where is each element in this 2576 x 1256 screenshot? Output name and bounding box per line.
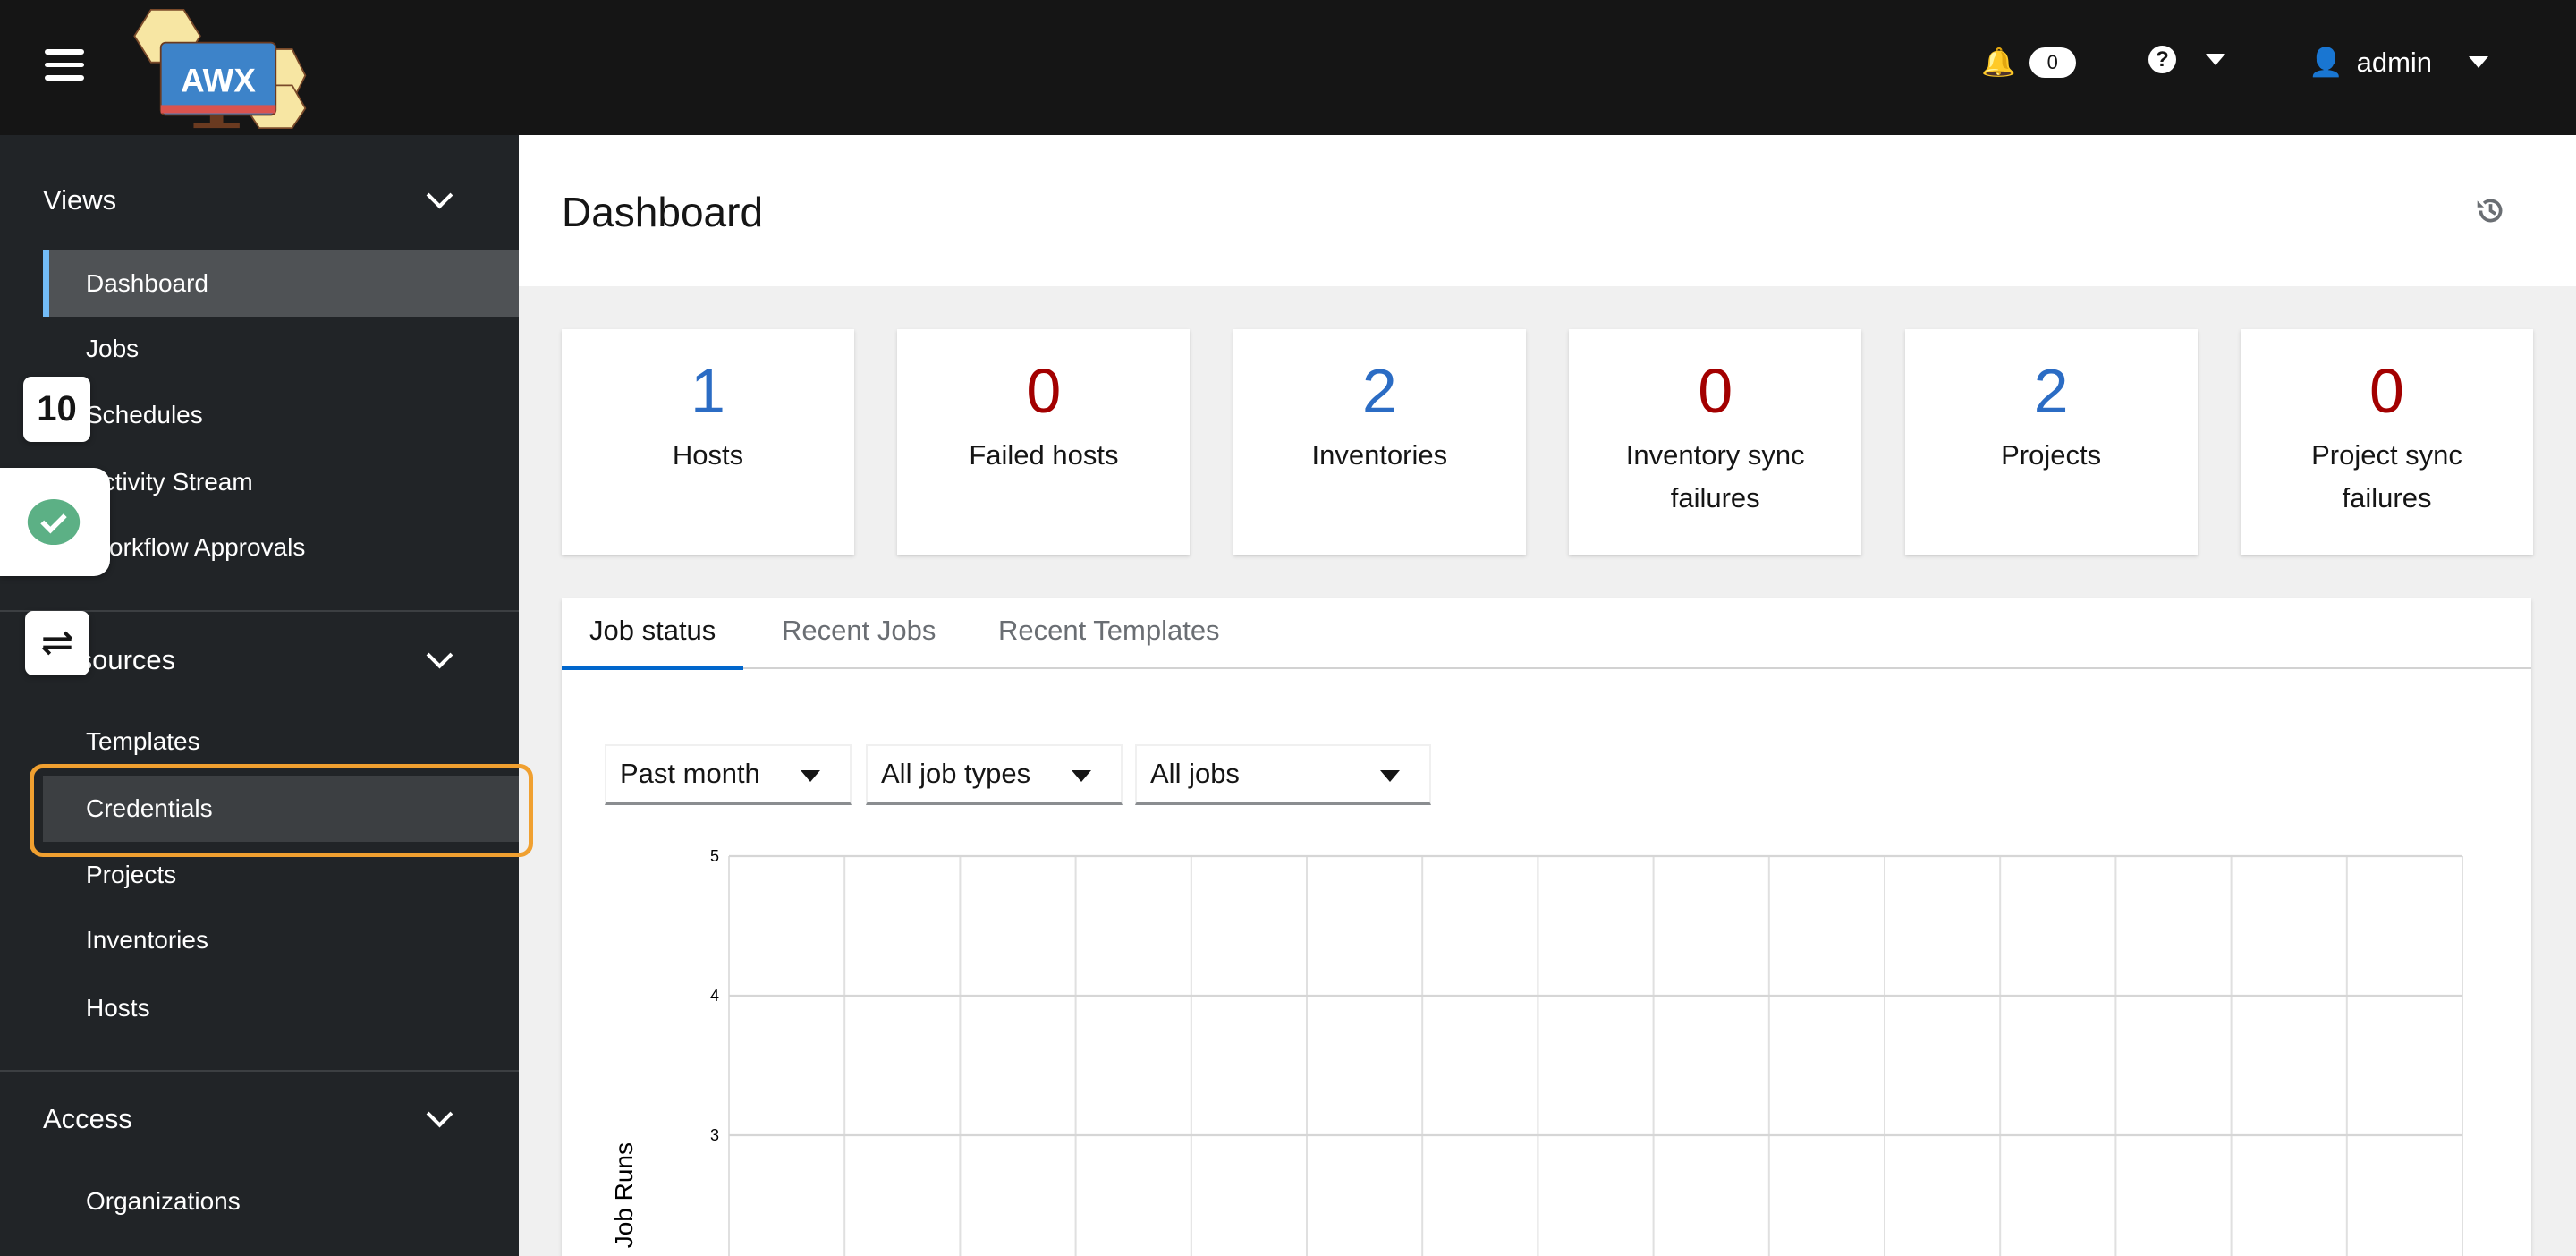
stat-value: 0 — [2369, 356, 2404, 426]
sidebar-item-credentials[interactable]: Credentials — [43, 776, 519, 842]
logo-text: AWX — [181, 63, 256, 99]
sidebar-item-organizations[interactable]: Organizations — [43, 1168, 519, 1235]
stat-label: Project sync failures — [2311, 439, 2462, 513]
status-overlay — [0, 468, 110, 576]
stat-card-project-sync-failures[interactable]: 0 Project sync failures — [2241, 329, 2533, 555]
sidebar: Views Dashboard Jobs Schedules Activity … — [0, 135, 519, 1256]
sidebar-item-jobs[interactable]: Jobs — [43, 316, 519, 382]
history-icon[interactable] — [2474, 194, 2507, 227]
tab-recent-jobs[interactable]: Recent Jobs — [754, 615, 963, 666]
sidebar-item-inventories[interactable]: Inventories — [43, 907, 519, 973]
user-icon: 👤 — [2309, 47, 2343, 78]
notification-count: 0 — [2029, 47, 2076, 78]
awx-logo: AWX — [133, 8, 307, 130]
stat-label: Hosts — [672, 439, 744, 471]
caret-down-icon — [801, 770, 820, 782]
sidebar-section-access[interactable]: Access — [43, 1103, 132, 1135]
main-content: Dashboard 1 Hosts 0 Failed hosts 2 Inventorie… — [519, 135, 2576, 1256]
sidebar-item-workflow-approvals[interactable]: Workflow Approvals — [43, 514, 519, 581]
job-status-chart: 5 4 3 Job Runs — [610, 847, 2463, 1256]
sidebar-item-dashboard[interactable]: Dashboard — [43, 250, 519, 317]
y-tick-label: 4 — [710, 987, 719, 1005]
sidebar-item-projects[interactable]: Projects — [43, 842, 519, 908]
job-status-panel: Job status Recent Jobs Recent Templates … — [562, 598, 2531, 1256]
tab-recent-templates[interactable]: Recent Templates — [970, 615, 1248, 666]
job-status-select[interactable]: All jobs — [1135, 744, 1431, 805]
caret-down-icon — [2206, 54, 2225, 65]
caret-down-icon — [1380, 770, 1400, 782]
y-axis-label: Job Runs — [610, 1142, 638, 1248]
stat-value: 2 — [1361, 356, 1397, 426]
stat-label: Projects — [2001, 439, 2102, 471]
caret-down-icon — [2469, 56, 2489, 68]
help-icon: ? — [2148, 46, 2176, 73]
user-menu[interactable]: 👤 admin — [2309, 46, 2489, 79]
stat-value: 2 — [2033, 356, 2069, 426]
stat-card-hosts[interactable]: 1 Hosts — [562, 329, 854, 555]
username: admin — [2356, 46, 2433, 78]
y-tick-label: 3 — [710, 1126, 719, 1144]
check-circle-icon — [27, 498, 80, 546]
period-select[interactable]: Past month — [605, 744, 852, 805]
swap-arrows-icon — [41, 631, 73, 656]
stat-card-projects[interactable]: 2 Projects — [1904, 329, 2198, 555]
counter-badge: 10 — [23, 377, 90, 442]
stat-label: Failed hosts — [969, 439, 1119, 471]
sidebar-section-views[interactable]: Views — [43, 184, 116, 216]
notifications-button[interactable]: 🔔 0 — [1981, 46, 2076, 79]
page-title: Dashboard — [562, 189, 764, 235]
stat-value: 0 — [1698, 356, 1733, 426]
caret-down-icon — [1072, 770, 1091, 782]
hamburger-menu-icon[interactable] — [45, 49, 84, 82]
y-tick-label: 5 — [710, 847, 719, 865]
job-status-value: All jobs — [1150, 758, 1240, 789]
stat-card-inventory-sync-failures[interactable]: 0 Inventory sync failures — [1569, 329, 1862, 555]
job-type-select[interactable]: All job types — [866, 744, 1123, 805]
stat-card-failed-hosts[interactable]: 0 Failed hosts — [897, 329, 1191, 555]
tab-job-status[interactable]: Job status — [562, 615, 744, 670]
chevron-down-icon[interactable] — [426, 1100, 453, 1128]
swap-button[interactable] — [25, 611, 89, 675]
stat-card-inventories[interactable]: 2 Inventories — [1233, 329, 1526, 555]
job-type-value: All job types — [881, 758, 1031, 789]
sidebar-item-templates[interactable]: Templates — [43, 709, 519, 775]
help-menu[interactable]: ? — [2148, 46, 2225, 73]
sidebar-item-schedules[interactable]: Schedules — [43, 382, 519, 448]
chevron-down-icon[interactable] — [426, 641, 453, 669]
period-value: Past month — [620, 758, 760, 789]
page-header: Dashboard — [519, 135, 2576, 286]
stat-label: Inventory sync failures — [1625, 439, 1805, 513]
tab-bar: Job status Recent Jobs Recent Templates — [562, 598, 2531, 670]
divider — [0, 1070, 519, 1072]
bell-icon: 🔔 — [1981, 47, 2016, 78]
chevron-down-icon[interactable] — [426, 182, 453, 209]
stat-value: 0 — [1026, 356, 1062, 426]
sidebar-item-hosts[interactable]: Hosts — [43, 975, 519, 1041]
stat-value: 1 — [691, 356, 725, 426]
stat-label: Inventories — [1311, 439, 1448, 471]
top-header: AWX 🔔 0 ? 👤 admin — [0, 0, 2576, 135]
sidebar-item-activity-stream[interactable]: Activity Stream — [43, 449, 519, 515]
